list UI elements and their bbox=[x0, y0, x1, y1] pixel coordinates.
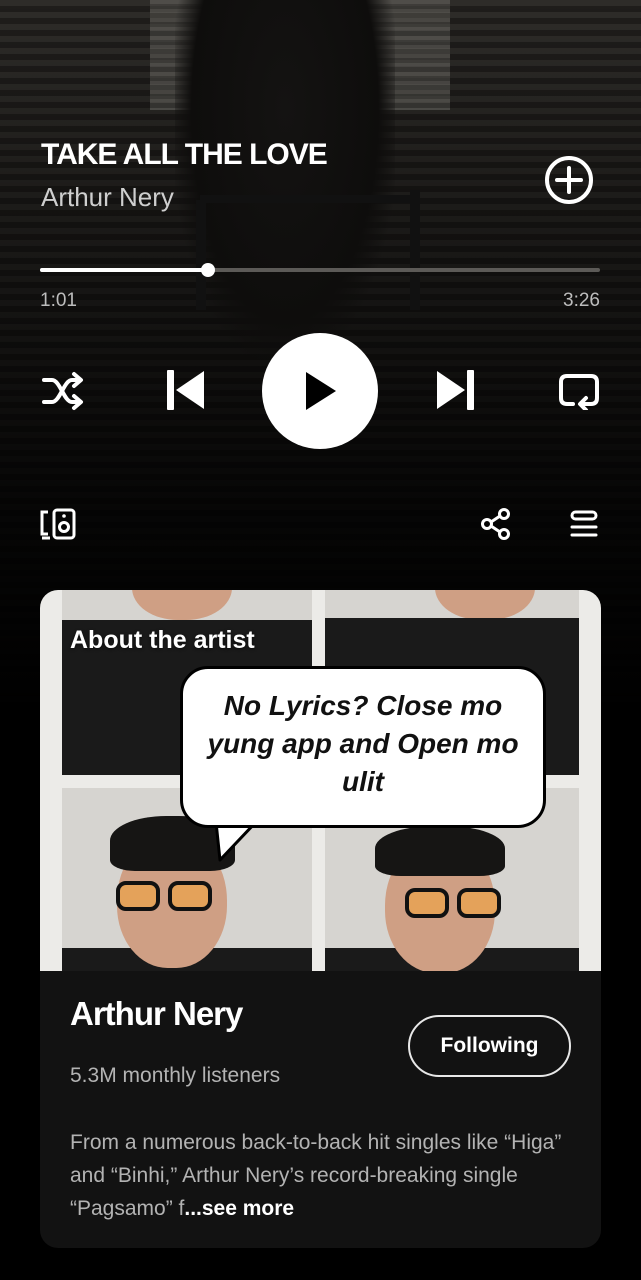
share-icon bbox=[481, 508, 510, 540]
play-icon bbox=[306, 372, 336, 410]
artist-bio-text: From a numerous back-to-back hit singles… bbox=[70, 1131, 562, 1220]
previous-button[interactable] bbox=[160, 364, 210, 416]
see-more-link[interactable]: ...see more bbox=[184, 1197, 294, 1220]
about-artist-heading: About the artist bbox=[70, 626, 255, 654]
elapsed-time: 1:01 bbox=[40, 290, 77, 311]
background-chair-leg bbox=[410, 190, 420, 310]
progress-handle[interactable] bbox=[201, 263, 215, 277]
artist-name[interactable]: Arthur Nery bbox=[70, 995, 243, 1033]
skip-previous-icon bbox=[167, 370, 204, 410]
song-title[interactable]: TAKE ALL THE LOVE bbox=[41, 138, 328, 172]
queue-icon bbox=[570, 510, 598, 537]
background-chair-leg bbox=[200, 195, 420, 203]
repeat-button[interactable] bbox=[552, 366, 606, 414]
skip-next-icon bbox=[437, 370, 474, 410]
share-button[interactable] bbox=[476, 504, 516, 544]
progress-bar[interactable] bbox=[40, 263, 600, 277]
next-button[interactable] bbox=[431, 364, 481, 416]
artist-bio[interactable]: From a numerous back-to-back hit singles… bbox=[70, 1126, 575, 1225]
add-to-library-button[interactable] bbox=[544, 155, 594, 205]
queue-button[interactable] bbox=[564, 504, 604, 544]
song-artist[interactable]: Arthur Nery bbox=[41, 182, 174, 213]
following-button[interactable]: Following bbox=[408, 1015, 571, 1077]
add-circle-icon bbox=[545, 156, 593, 204]
shuffle-icon bbox=[42, 372, 83, 410]
repeat-icon bbox=[559, 374, 599, 410]
background-chair-leg bbox=[196, 200, 206, 310]
speech-bubble-tail bbox=[214, 822, 258, 862]
connect-devices-icon bbox=[40, 508, 76, 540]
play-button[interactable] bbox=[262, 333, 378, 449]
connect-devices-button[interactable] bbox=[36, 504, 80, 544]
speech-bubble: No Lyrics? Close mo yung app and Open mo… bbox=[180, 666, 546, 828]
monthly-listeners: 5.3M monthly listeners bbox=[70, 1064, 281, 1087]
background-figure bbox=[175, 0, 395, 360]
progress-fill bbox=[40, 268, 208, 272]
total-duration: 3:26 bbox=[563, 290, 600, 311]
shuffle-button[interactable] bbox=[36, 368, 90, 414]
